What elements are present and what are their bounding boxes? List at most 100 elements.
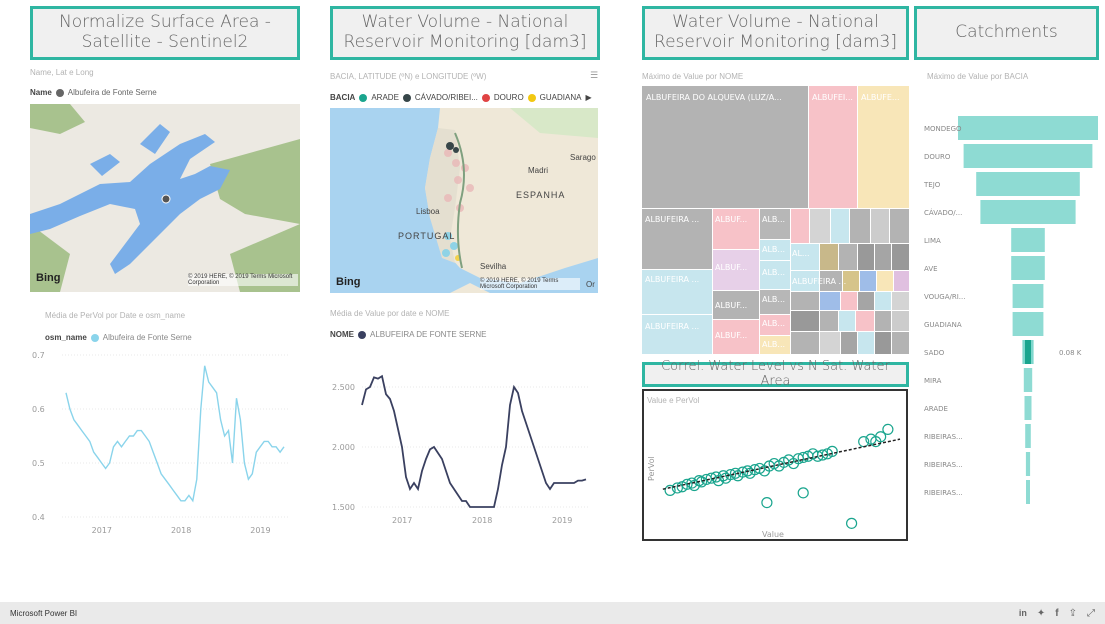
y-tick-label: 0.4 <box>32 513 45 522</box>
share-icons: in ✦ f ⇪ ⤢ <box>1019 608 1095 619</box>
map2-subtitle: BACIA, LATITUDE (ºN) e LONGITUDE (ºW) <box>330 72 487 81</box>
treemap-cell <box>809 86 857 208</box>
y-tick-label: 1.500 <box>332 503 355 512</box>
funnel-category-label: SADO <box>924 349 945 357</box>
funnel-bar <box>1025 424 1031 448</box>
line1-subtitle: Média de PerVol por Date e osm_name <box>45 311 186 320</box>
treemap-cell <box>642 86 808 208</box>
map2-svg <box>330 108 598 293</box>
x-tick-label: 2019 <box>552 516 572 525</box>
x-axis-label: Value <box>762 530 784 539</box>
y-tick-label: 2.500 <box>332 383 355 392</box>
twitter-icon[interactable]: ✦ <box>1037 608 1045 619</box>
map2-menu-icon[interactable]: ☰ <box>590 70 598 81</box>
legend-dot <box>402 93 411 102</box>
header-water-volume-1: Water Volume - National Reservoir Monitor… <box>330 6 600 60</box>
treemap-cell <box>875 292 891 310</box>
y-tick-label: 0.5 <box>32 459 45 468</box>
funnel-chart[interactable]: MONDEGO DOURO TEJO CÁVADO/... LIMA AVE VOUGA/R… <box>914 100 1104 510</box>
line1-legend: osm_name Albufeira de Fonte Serne <box>45 333 192 342</box>
treemap-cell <box>642 315 712 354</box>
x-tick-label: 2018 <box>171 526 191 535</box>
treemap-label: ALBUFEIRA DO ALQUEVA (LUZ/A... <box>646 93 782 102</box>
treemap-label: ALBUFE... <box>861 93 900 102</box>
treemap-cell <box>820 332 840 354</box>
treemap-cell <box>820 292 840 310</box>
scatter-point <box>797 487 809 499</box>
legend-title: BACIA <box>330 93 356 102</box>
treemap-cell <box>841 332 857 354</box>
treemap-cell <box>860 271 876 291</box>
map2-legend: BACIA ARADE CÁVADO/RIBEI... DOURO GUADIA… <box>330 93 592 102</box>
funnel-category-label: LIMA <box>924 237 941 245</box>
y-tick-label: 0.7 <box>32 351 45 360</box>
header-line: Catchments <box>955 22 1058 43</box>
funnel-category-label: DOURO <box>924 153 951 161</box>
treemap-label: ALB... <box>762 245 785 254</box>
funnel-subtitle: Máximo de Value por BACIA <box>927 72 1029 81</box>
funnel-category-label: RIBEIRAS... <box>924 433 963 441</box>
linkedin-icon[interactable]: in <box>1019 608 1027 619</box>
header-water-volume-2: Water Volume - National Reservoir Monitor… <box>642 6 909 60</box>
map1-legend: Name Albufeira de Fonte Serne <box>30 88 157 97</box>
bing-logo: Bing <box>36 272 61 284</box>
treemap-cell <box>894 271 909 291</box>
x-tick-label: 2017 <box>92 526 112 535</box>
funnel-bar <box>958 116 1098 140</box>
x-tick-label: 2017 <box>392 516 412 525</box>
line1-chart[interactable]: 0.4 0.5 0.6 0.7 2017 2018 2019 <box>30 345 300 540</box>
legend-title: NOME <box>330 330 354 339</box>
treemap-cell <box>875 311 891 331</box>
funnel-category-label: ARADE <box>924 405 948 413</box>
treemap-cell <box>850 209 870 243</box>
legend-dot <box>90 333 99 342</box>
scatter-point <box>882 423 894 436</box>
treemap-subtitle: Máximo de Value por NOME <box>642 72 744 81</box>
header-catchments: Catchments <box>914 6 1099 60</box>
treemap-label: ALB... <box>762 268 785 277</box>
legend-title: Name <box>30 88 52 97</box>
treemap[interactable]: ALBUFEIRA DO ALQUEVA (LUZ/A... ALBUFEI..… <box>642 86 909 354</box>
funnel-bar-highlight <box>1025 340 1031 364</box>
legend-label: Albufeira de Fonte Serne <box>102 333 192 342</box>
treemap-cell <box>858 292 874 310</box>
line2-subtitle: Média de Value por date e NOME <box>330 309 450 318</box>
x-tick-label: 2018 <box>472 516 492 525</box>
place-label: ESPANHA <box>516 190 566 200</box>
funnel-bar <box>1023 368 1033 392</box>
header-line: Water Volume - National <box>361 12 569 33</box>
funnel-bar <box>1026 480 1030 504</box>
treemap-label: ALBUFEIRA ... <box>792 277 846 286</box>
fullscreen-icon[interactable]: ⤢ <box>1087 608 1095 619</box>
funnel-bar <box>1024 396 1032 420</box>
line2-chart[interactable]: 1.500 2.000 2.500 2017 2018 2019 <box>330 345 600 540</box>
scatter-chart[interactable]: Value PerVol <box>644 391 906 539</box>
treemap-label: ALBUF... <box>715 301 747 310</box>
treemap-cell <box>858 86 909 208</box>
funnel-category-label: MIRA <box>924 377 942 385</box>
legend-dot <box>359 93 368 102</box>
map1[interactable]: Bing © 2019 HERE, © 2019 Terms Microsoft… <box>30 104 300 292</box>
map1-svg <box>30 104 300 292</box>
treemap-cell <box>831 209 849 243</box>
treemap-label: ALBUF... <box>715 263 747 272</box>
place-label: PORTUGAL <box>398 231 456 241</box>
series-line <box>65 365 285 503</box>
share-icon[interactable]: ⇪ <box>1069 608 1077 619</box>
treemap-cell <box>892 244 909 270</box>
treemap-cell <box>892 292 909 310</box>
map2[interactable]: Madri Sarago ESPANHA Lisboa PORTUGAL Sev… <box>330 108 598 293</box>
funnel-bar <box>1011 228 1045 252</box>
facebook-icon[interactable]: f <box>1055 608 1058 619</box>
treemap-label: ALBUFEIRA ... <box>645 322 699 331</box>
place-label: Madri <box>528 166 549 175</box>
treemap-cell <box>875 244 891 270</box>
legend-next-icon[interactable]: ▶ <box>585 93 591 102</box>
treemap-cell <box>856 311 874 331</box>
place-label: Sevilha <box>480 262 507 271</box>
powerbi-brand[interactable]: Microsoft Power BI <box>10 609 77 618</box>
treemap-cell <box>810 209 830 243</box>
funnel-bar <box>1012 312 1044 336</box>
header-line: Reservoir Monitoring [dam3] <box>654 32 897 52</box>
funnel-bar <box>1025 452 1031 476</box>
